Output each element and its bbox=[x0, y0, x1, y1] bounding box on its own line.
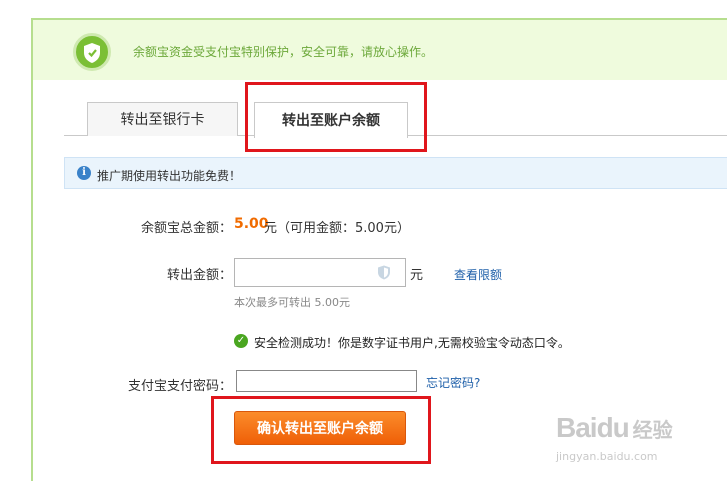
confirm-transfer-button[interactable]: 确认转出至账户余额 bbox=[234, 411, 406, 445]
watermark-url: jingyan.baidu.com bbox=[556, 450, 658, 463]
payment-password-input[interactable] bbox=[236, 370, 417, 392]
shield-icon bbox=[73, 33, 111, 71]
security-check-message: 安全检测成功！你是数字证书用户,无需校验宝令动态口令。 bbox=[254, 336, 570, 350]
watermark-cn: 经验 bbox=[632, 418, 673, 442]
tab-transfer-to-bank-card[interactable]: 转出至银行卡 bbox=[87, 102, 238, 136]
banner-text: 余额宝资金受支付宝特别保护，安全可靠，请放心操作。 bbox=[133, 45, 434, 59]
transfer-amount-label: 转出金额： bbox=[166, 268, 232, 283]
baidu-watermark: Baidu 经验 bbox=[556, 412, 673, 444]
check-circle-icon: ✓ bbox=[234, 334, 248, 348]
shield-icon bbox=[377, 265, 391, 283]
payment-password-label: 支付宝支付密码： bbox=[127, 379, 232, 394]
max-transfer-hint: 本次最多可转出 5.00元 bbox=[234, 296, 350, 309]
total-amount-label: 余额宝总金额： bbox=[140, 221, 232, 236]
forgot-password-link[interactable]: 忘记密码? bbox=[426, 374, 480, 391]
tab-transfer-to-account-balance[interactable]: 转出至账户余额 bbox=[254, 102, 408, 138]
watermark-logo: Baidu bbox=[556, 412, 630, 443]
available-amount-text: 元（可用金额：5.00元） bbox=[264, 221, 410, 236]
view-limit-link[interactable]: 查看限额 bbox=[454, 266, 502, 283]
amount-unit: 元 bbox=[410, 268, 424, 283]
notice-text: 推广期使用转出功能免费！ bbox=[97, 169, 242, 183]
info-icon: i bbox=[77, 166, 91, 180]
